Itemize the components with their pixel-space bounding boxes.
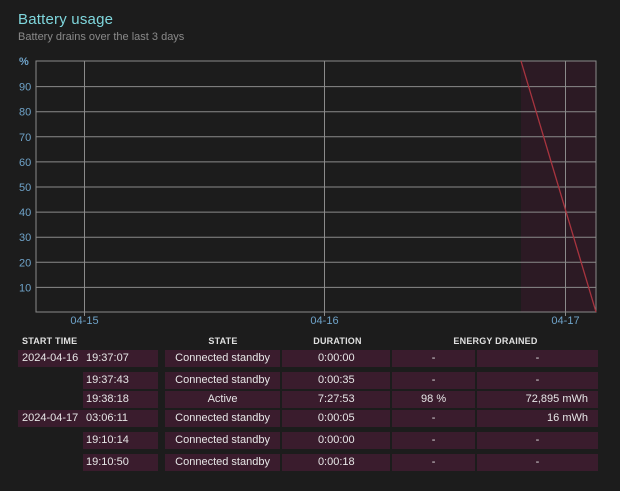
start-clock-time: 19:10:14 <box>83 432 158 449</box>
battery-usage-table: START TIME STATE DURATION ENERGY DRAINED… <box>18 334 598 471</box>
table-row[interactable]: 19:37:43 Connected standby 0:00:35- - <box>18 372 598 389</box>
start-time-cell: 19:37:43 <box>18 372 163 389</box>
energy-percent-cell: - <box>392 454 475 471</box>
duration-cell: 0:00:35 <box>282 372 391 389</box>
table-header: START TIME STATE DURATION ENERGY DRAINED <box>18 334 598 348</box>
energy-percent-cell: - <box>392 350 475 367</box>
state-cell: Connected standby <box>164 350 281 367</box>
energy-percent-cell: - <box>392 432 475 449</box>
header-energy-drained: ENERGY DRAINED <box>453 336 538 346</box>
header-duration: DURATION <box>313 336 362 346</box>
y-tick-label: 80 <box>19 107 31 119</box>
start-clock-time: 03:06:11 <box>83 410 158 427</box>
duration-cell: 0:00:00 <box>282 432 391 449</box>
energy-percent-cell: 98 % <box>392 391 475 408</box>
start-clock-time: 19:10:50 <box>83 454 158 471</box>
energy-mwh-cell: 16 mWh <box>476 410 598 427</box>
y-tick-label: 20 <box>19 257 31 269</box>
duration-cell: 0:00:05 <box>282 410 391 427</box>
table-body: 2024-04-16 19:37:07 Connected standby 0:00:… <box>18 350 598 471</box>
energy-mwh-cell: - <box>476 350 598 367</box>
start-date <box>18 372 83 389</box>
start-clock-time: 19:37:43 <box>83 372 158 389</box>
table-row[interactable]: 19:38:18 Active 7:27:53 98 % 72,895 mWh <box>18 391 598 408</box>
energy-percent-cell: - <box>392 410 475 427</box>
x-tick-label: 04-16 <box>310 315 338 327</box>
start-time-cell: 19:10:50 <box>18 454 163 471</box>
start-clock-time: 19:38:18 <box>83 391 158 408</box>
battery-chart: 10 20 30 40 50 60 70 80 90% 04-15 04-16 04-17 <box>19 56 597 327</box>
energy-percent-cell: - <box>392 372 475 389</box>
energy-mwh-cell: - <box>476 372 598 389</box>
table-row[interactable]: 2024-04-17 03:06:11 Connected standby 0:00:… <box>18 410 598 427</box>
y-tick-label: 90 <box>19 82 31 94</box>
y-tick-label: 30 <box>19 232 31 244</box>
x-tick-label: 04-17 <box>551 315 579 327</box>
table-row[interactable]: 19:10:50 Connected standby 0:00:18- - <box>18 454 598 471</box>
header-state: STATE <box>208 336 238 346</box>
duration-cell: 0:00:18 <box>282 454 391 471</box>
y-tick-label: 50 <box>19 182 31 194</box>
state-cell: Connected standby <box>164 372 281 389</box>
y-tick-label: 10 <box>19 282 31 294</box>
y-tick-label: 70 <box>19 132 31 144</box>
table-row[interactable]: 2024-04-16 19:37:07 Connected standby 0:00:… <box>18 350 598 367</box>
start-time-cell: 2024-04-16 19:37:07 <box>18 350 163 367</box>
y-tick-label: 60 <box>19 157 31 169</box>
y-axis-label: % <box>19 56 29 68</box>
start-time-cell: 19:10:14 <box>18 432 163 449</box>
x-tick-label: 04-15 <box>70 315 98 327</box>
state-cell: Connected standby <box>164 410 281 427</box>
start-date: 2024-04-16 <box>18 350 83 367</box>
state-cell: Active <box>164 391 281 408</box>
start-time-cell: 2024-04-17 03:06:11 <box>18 410 163 427</box>
start-date: 2024-04-17 <box>18 410 83 427</box>
energy-mwh-cell: - <box>476 454 598 471</box>
energy-mwh-cell: - <box>476 432 598 449</box>
duration-cell: 0:00:00 <box>282 350 391 367</box>
start-time-cell: 19:38:18 <box>18 391 163 408</box>
state-cell: Connected standby <box>164 454 281 471</box>
table-row[interactable]: 19:10:14 Connected standby 0:00:00- - <box>18 432 598 449</box>
y-tick-label: 40 <box>19 207 31 219</box>
energy-mwh-cell: 72,895 mWh <box>476 391 598 408</box>
start-date <box>18 454 83 471</box>
header-start-time: START TIME <box>22 336 78 346</box>
start-clock-time: 19:37:07 <box>83 350 158 367</box>
start-date <box>18 432 83 449</box>
start-date <box>18 391 83 408</box>
state-cell: Connected standby <box>164 432 281 449</box>
duration-cell: 7:27:53 <box>282 391 391 408</box>
